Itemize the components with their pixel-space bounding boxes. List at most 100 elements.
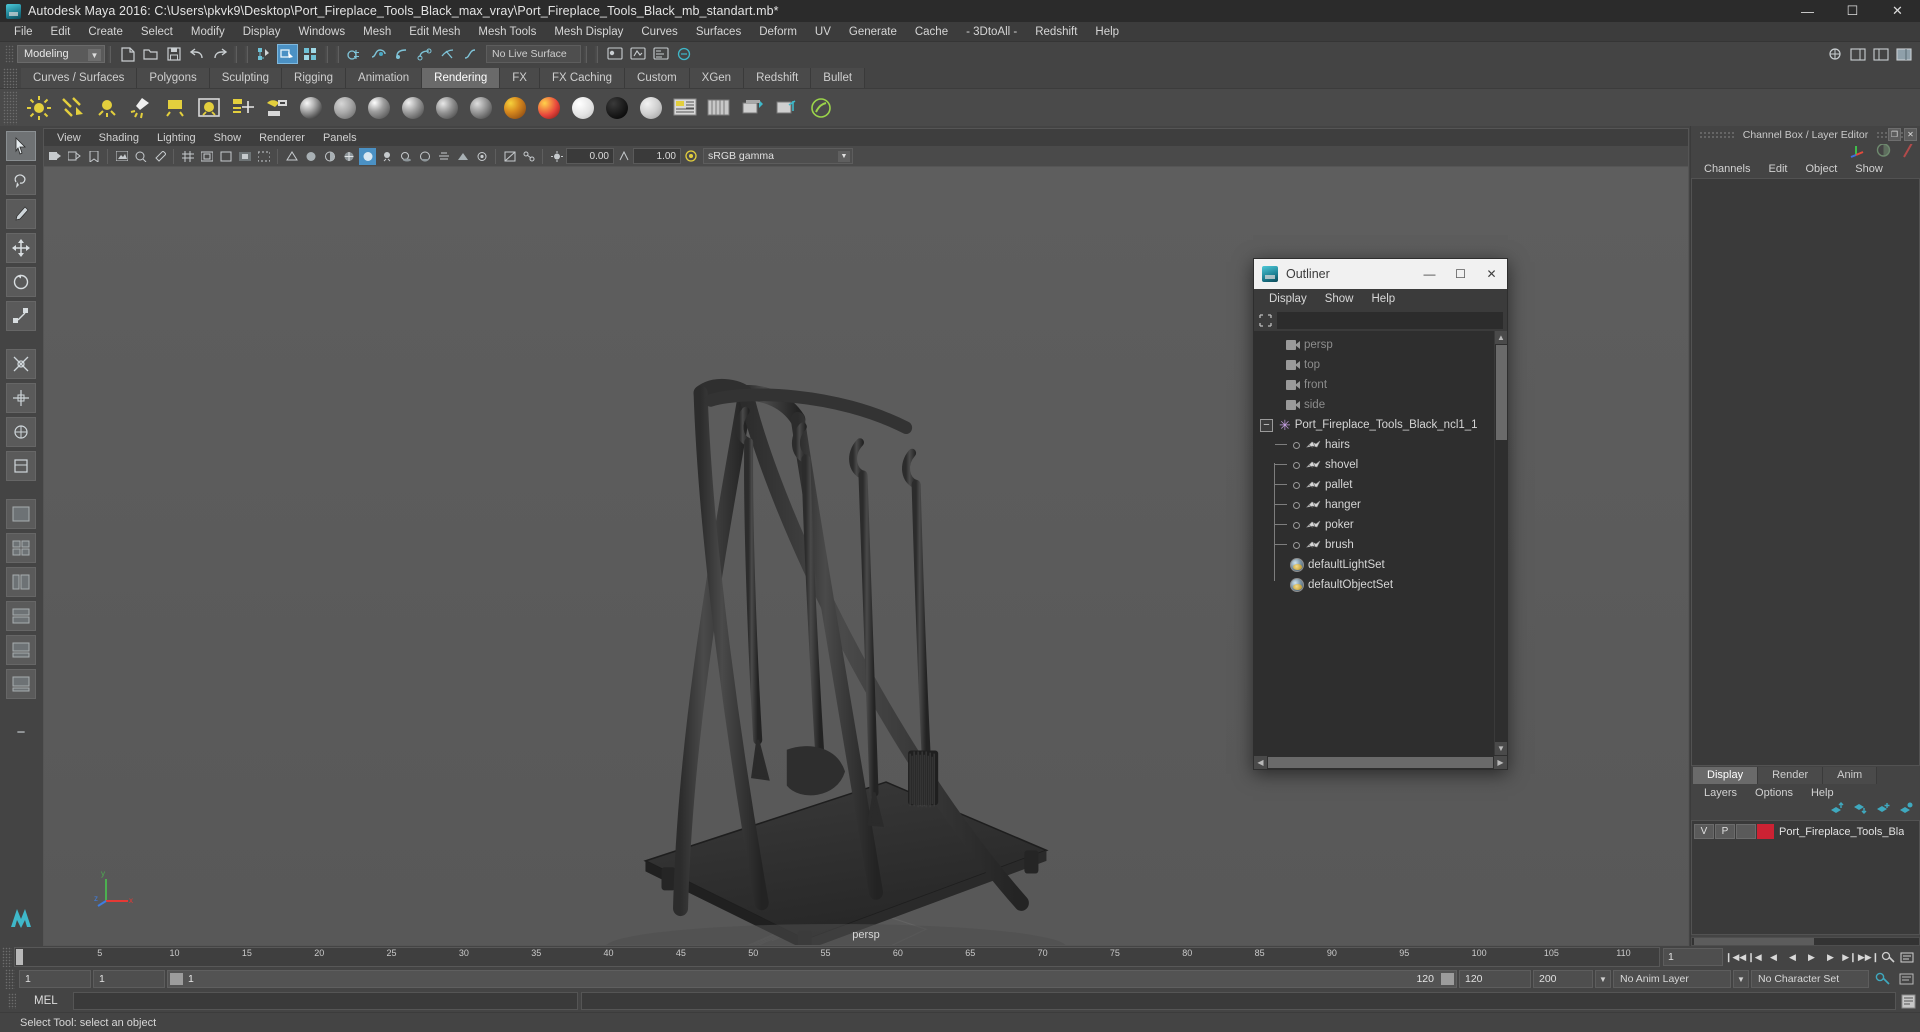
ambient-light-icon[interactable]	[24, 92, 54, 124]
outliner-item-top[interactable]: top	[1254, 355, 1494, 375]
channelbox-object-menu[interactable]: Object	[1796, 160, 1846, 178]
shelf-grip[interactable]	[3, 68, 17, 88]
layers-menu[interactable]: Layers	[1695, 784, 1746, 802]
snap-to-grid-icon[interactable]	[345, 44, 366, 64]
blinn-material-icon[interactable]	[296, 92, 326, 124]
outliner-item-default-light-set[interactable]: defaultLightSet	[1254, 555, 1494, 575]
snap-to-view-plane-icon[interactable]	[437, 44, 458, 64]
smooth-shade-all-icon[interactable]	[302, 148, 319, 165]
exposure-field[interactable]: 0.00	[566, 148, 614, 164]
outliner-item-hanger[interactable]: hanger	[1254, 495, 1494, 515]
outliner-item-side[interactable]: side	[1254, 395, 1494, 415]
universal-manipulator-button[interactable]	[6, 349, 36, 379]
channelbox-show-menu[interactable]: Show	[1846, 160, 1892, 178]
color-management-icon[interactable]	[682, 148, 699, 165]
render-view-icon[interactable]	[604, 44, 625, 64]
layer-tab-render[interactable]: Render	[1758, 767, 1824, 784]
menu-surfaces[interactable]: Surfaces	[687, 22, 750, 42]
shelf-tab-custom[interactable]: Custom	[625, 68, 690, 88]
close-panel-icon[interactable]: ✕	[1904, 128, 1917, 141]
volume-light-icon[interactable]	[194, 92, 224, 124]
scroll-right-icon[interactable]: ▶	[1494, 755, 1507, 769]
layer-help-menu[interactable]: Help	[1802, 784, 1843, 802]
live-surface-field[interactable]: No Live Surface	[486, 45, 581, 63]
gate-mask-icon[interactable]	[236, 148, 253, 165]
layer-options-menu[interactable]: Options	[1746, 784, 1802, 802]
outliner-item-hairs[interactable]: hairs	[1254, 435, 1494, 455]
menu-display[interactable]: Display	[234, 22, 290, 42]
point-light-icon[interactable]	[92, 92, 122, 124]
panel-grip[interactable]	[1698, 131, 1735, 139]
outliner-vertical-scrollbar[interactable]: ▲ ▼	[1494, 331, 1507, 755]
make-live-icon[interactable]	[460, 44, 481, 64]
persp-trax-layout-button[interactable]	[6, 669, 36, 699]
minimize-button[interactable]: —	[1785, 0, 1830, 22]
save-scene-icon[interactable]	[163, 44, 184, 64]
depth-of-field-icon[interactable]	[473, 148, 490, 165]
shelf-button-grip[interactable]	[3, 90, 17, 125]
grid-icon[interactable]	[179, 148, 196, 165]
outliner-item-brush[interactable]: brush	[1254, 535, 1494, 555]
shelf-tab-animation[interactable]: Animation	[346, 68, 423, 88]
shelf-tab-bullet[interactable]: Bullet	[811, 68, 866, 88]
shadows-icon[interactable]	[397, 148, 414, 165]
menuset-dropdown[interactable]: Modeling ▼	[17, 45, 105, 63]
use-all-lights-icon[interactable]	[378, 148, 395, 165]
move-tool-button[interactable]	[6, 233, 36, 263]
phonge-material-icon[interactable]	[398, 92, 428, 124]
create-new-layer-icon[interactable]	[1876, 802, 1891, 820]
menu-edit-mesh[interactable]: Edit Mesh	[400, 22, 469, 42]
outliner-tree[interactable]: persp top front side − ✳ Port_Fireplace_…	[1254, 331, 1507, 755]
show-hide-channel-box-icon[interactable]	[1893, 44, 1914, 64]
tree-node-dot[interactable]	[1293, 481, 1300, 489]
horizontal-scrollbar-thumb[interactable]	[1268, 756, 1493, 768]
hypershade-persp-layout-button[interactable]	[6, 601, 36, 631]
layer-visibility-toggle[interactable]: V	[1694, 824, 1714, 839]
outliner-show-menu[interactable]: Show	[1316, 289, 1363, 309]
layer-playback-toggle[interactable]: P	[1715, 824, 1735, 839]
step-forward-frame-icon[interactable]: ▶	[1821, 948, 1840, 967]
viewport-menu-show[interactable]: Show	[205, 129, 251, 147]
range-slider-right-handle[interactable]	[1441, 973, 1454, 985]
channel-box-content[interactable]	[1691, 178, 1920, 766]
ipr-render-icon[interactable]	[627, 44, 648, 64]
tree-node-dot[interactable]	[1293, 441, 1300, 449]
layer-state-toggle[interactable]	[1736, 824, 1756, 839]
step-back-frame-icon[interactable]: ◀	[1764, 948, 1783, 967]
open-scene-icon[interactable]	[140, 44, 161, 64]
menu-curves[interactable]: Curves	[632, 22, 686, 42]
render-pass-icon[interactable]	[772, 92, 802, 124]
range-slider-left-handle[interactable]	[170, 973, 183, 985]
command-input-field[interactable]	[73, 992, 578, 1010]
viewport-menu-lighting[interactable]: Lighting	[148, 129, 205, 147]
create-layer-from-selected-icon[interactable]	[1899, 802, 1914, 820]
layer-tab-display[interactable]: Display	[1693, 767, 1759, 784]
vertical-scrollbar-thumb[interactable]	[1495, 345, 1507, 440]
render-sequence-icon[interactable]	[704, 92, 734, 124]
channels-menu[interactable]: Channels	[1695, 160, 1759, 178]
layer-list-horizontal-scrollbar[interactable]	[1691, 937, 1920, 946]
outliner-close-button[interactable]: ✕	[1476, 259, 1507, 289]
shelf-tab-sculpting[interactable]: Sculpting	[209, 68, 283, 88]
script-editor-icon[interactable]	[1899, 992, 1917, 1010]
xray-joints-icon[interactable]	[520, 148, 537, 165]
outliner-minimize-button[interactable]: —	[1414, 259, 1445, 289]
safe-action-icon[interactable]	[255, 148, 272, 165]
outliner-item-persp[interactable]: persp	[1254, 335, 1494, 355]
time-slider-grip[interactable]	[2, 947, 12, 967]
range-start-field[interactable]: 1	[19, 970, 91, 988]
gamma-field[interactable]: 1.00	[633, 148, 681, 164]
spot-light-icon[interactable]	[126, 92, 156, 124]
menu-uv[interactable]: UV	[806, 22, 840, 42]
select-tool-button[interactable]	[6, 131, 36, 161]
outliner-search-input[interactable]	[1277, 311, 1503, 329]
wireframe-on-shaded-icon[interactable]	[340, 148, 357, 165]
outliner-display-menu[interactable]: Display	[1260, 289, 1316, 309]
film-gate-icon[interactable]	[198, 148, 215, 165]
animation-preferences-icon[interactable]	[1897, 948, 1916, 967]
play-forwards-icon[interactable]: ▶	[1802, 948, 1821, 967]
four-view-layout-button[interactable]	[6, 533, 36, 563]
grease-pencil-icon[interactable]	[151, 148, 168, 165]
current-time-indicator[interactable]	[16, 949, 23, 965]
render-layer-icon[interactable]	[738, 92, 768, 124]
